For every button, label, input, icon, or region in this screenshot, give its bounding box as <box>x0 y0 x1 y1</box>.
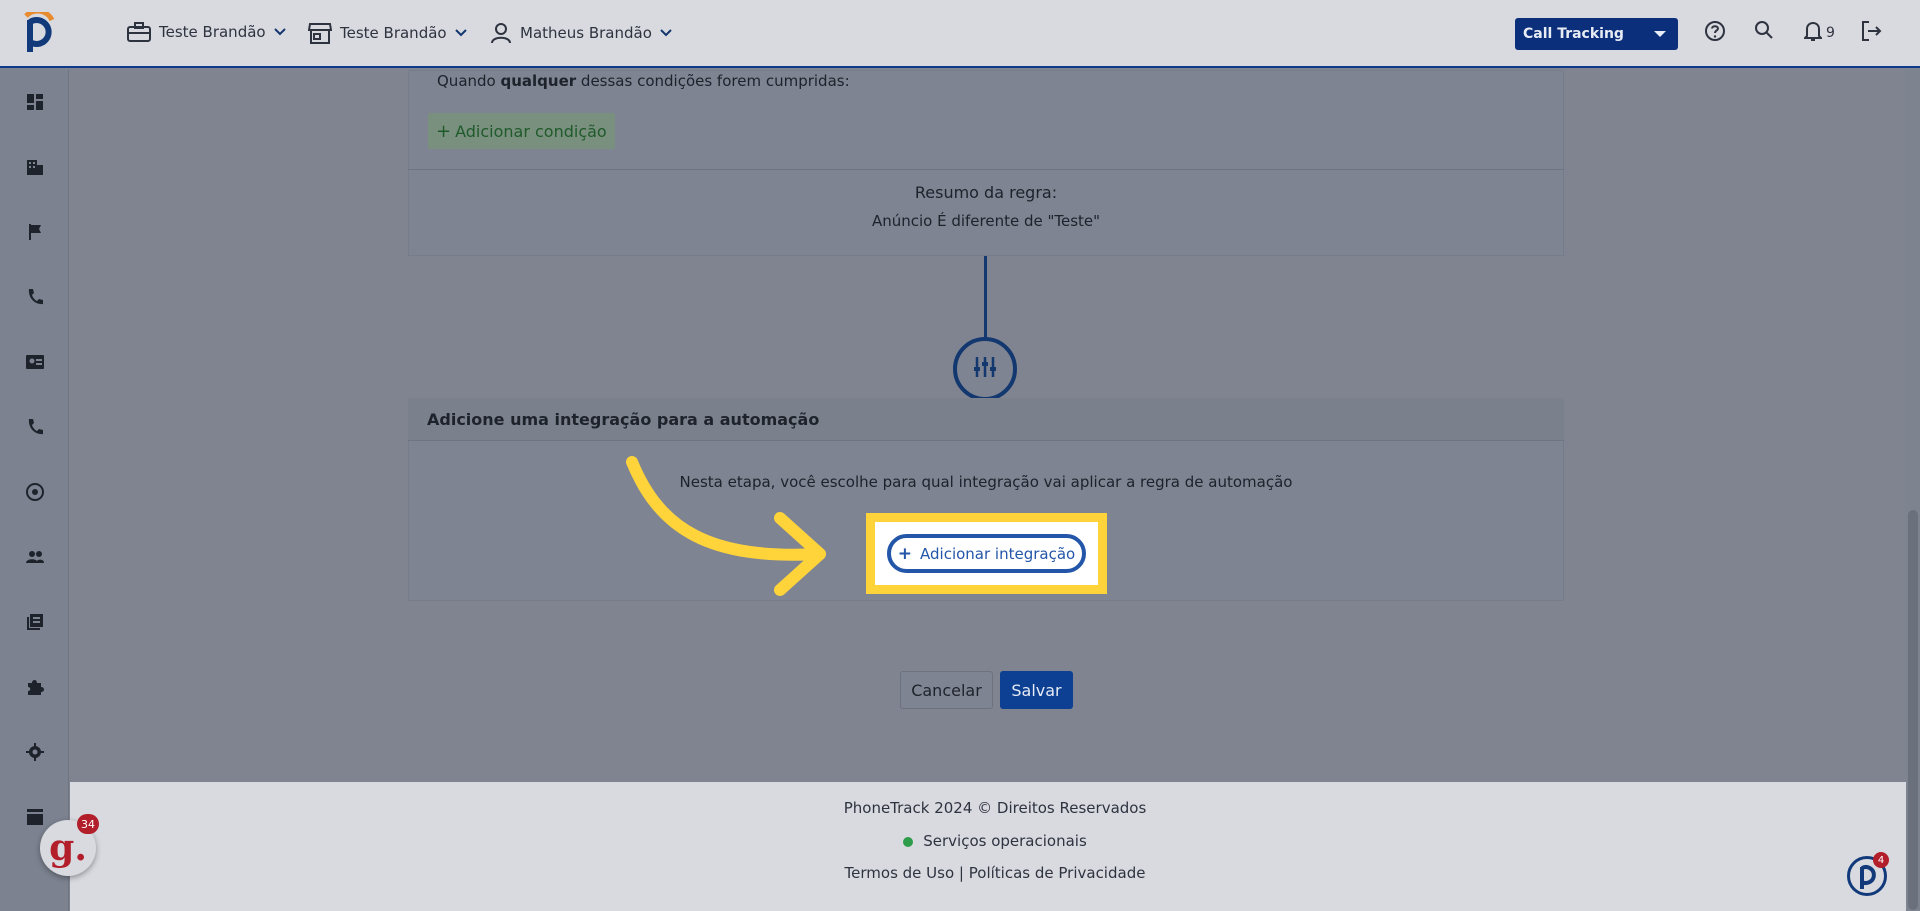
footer-separator: | <box>958 864 964 882</box>
rule-summary-title: Resumo da regra: <box>914 183 1058 202</box>
phone-icon[interactable] <box>25 417 45 437</box>
pointer-arrow-annotation <box>620 450 830 604</box>
add-condition-button[interactable]: + Adicionar condição <box>428 113 615 149</box>
search-icon[interactable] <box>1754 20 1774 44</box>
puzzle-icon[interactable] <box>25 677 45 697</box>
service-status-label: Serviços operacionais <box>923 832 1087 850</box>
condition-suffix: dessas condições forem cumpridas: <box>576 72 850 90</box>
save-button[interactable]: Salvar <box>1000 671 1073 709</box>
logout-icon[interactable] <box>1860 20 1882 46</box>
condition-bold: qualquer <box>500 72 577 90</box>
g-widget-badge: 34 <box>77 814 99 834</box>
flow-connector <box>984 256 987 338</box>
user-selector-label: Matheus Brandão <box>520 24 652 42</box>
copyright-text: PhoneTrack 2024 © Direitos Reservados <box>843 799 1147 817</box>
bell-icon[interactable] <box>1802 20 1824 46</box>
briefcase-icon <box>127 22 151 42</box>
help-icon[interactable] <box>1704 20 1726 46</box>
flag-icon[interactable] <box>25 222 45 242</box>
footer-links: Termos de Uso | Políticas de Privacidade <box>70 864 1920 882</box>
company-selector[interactable]: Teste Brandão <box>127 22 286 42</box>
add-integration-label: Adicionar integração <box>920 544 1076 563</box>
divider <box>408 169 1564 170</box>
add-integration-button[interactable]: + Adicionar integração <box>887 534 1086 573</box>
chevron-down-icon <box>660 29 672 37</box>
dashboard-icon[interactable] <box>25 92 45 112</box>
phone-icon[interactable] <box>25 287 45 307</box>
chevron-down-icon <box>454 29 467 37</box>
store-selector[interactable]: Teste Brandão <box>308 22 467 44</box>
terms-link[interactable]: Termos de Uso <box>845 864 955 882</box>
support-widget-badge: 4 <box>1873 852 1889 868</box>
condition-instruction: Quando qualquer dessas condições forem c… <box>437 72 850 90</box>
add-condition-label: Adicionar condição <box>455 121 607 141</box>
company-selector-label: Teste Brandão <box>159 23 266 41</box>
phonetrack-logo[interactable] <box>22 8 58 54</box>
library-icon[interactable] <box>25 612 45 632</box>
rule-summary-text: Anúncio É diferente de "Teste" <box>871 212 1101 230</box>
gear-icon[interactable] <box>25 742 45 762</box>
integration-node <box>953 337 1017 401</box>
plus-icon: + <box>436 120 452 142</box>
store-icon[interactable] <box>25 807 45 827</box>
building-icon[interactable] <box>25 157 45 177</box>
product-dropdown-label: Call Tracking <box>1523 26 1624 42</box>
plus-icon: + <box>897 543 913 564</box>
status-dot-icon <box>903 836 914 847</box>
service-status: Serviços operacionais <box>70 832 1920 850</box>
speed-icon[interactable] <box>25 482 45 502</box>
user-selector[interactable]: Matheus Brandão <box>490 22 672 44</box>
chevron-down-icon <box>273 28 286 36</box>
g-logo-icon: g. <box>49 827 87 869</box>
store-icon <box>308 22 332 44</box>
product-dropdown[interactable]: Call Tracking <box>1515 18 1678 50</box>
condition-prefix: Quando <box>437 72 501 90</box>
user-icon <box>490 22 512 44</box>
notification-count: 9 <box>1826 25 1835 41</box>
caret-down-icon <box>1654 31 1666 37</box>
privacy-link[interactable]: Políticas de Privacidade <box>969 864 1146 882</box>
sliders-icon <box>972 356 998 382</box>
users-icon[interactable] <box>25 547 45 567</box>
integration-description: Nesta etapa, você escolhe para qual inte… <box>679 473 1293 491</box>
store-selector-label: Teste Brandão <box>340 24 447 42</box>
scrollbar-thumb[interactable] <box>1908 510 1918 910</box>
contact-card-icon[interactable] <box>25 352 45 372</box>
cancel-button[interactable]: Cancelar <box>900 671 993 709</box>
integration-title: Adicione uma integração para a automação <box>427 410 820 429</box>
